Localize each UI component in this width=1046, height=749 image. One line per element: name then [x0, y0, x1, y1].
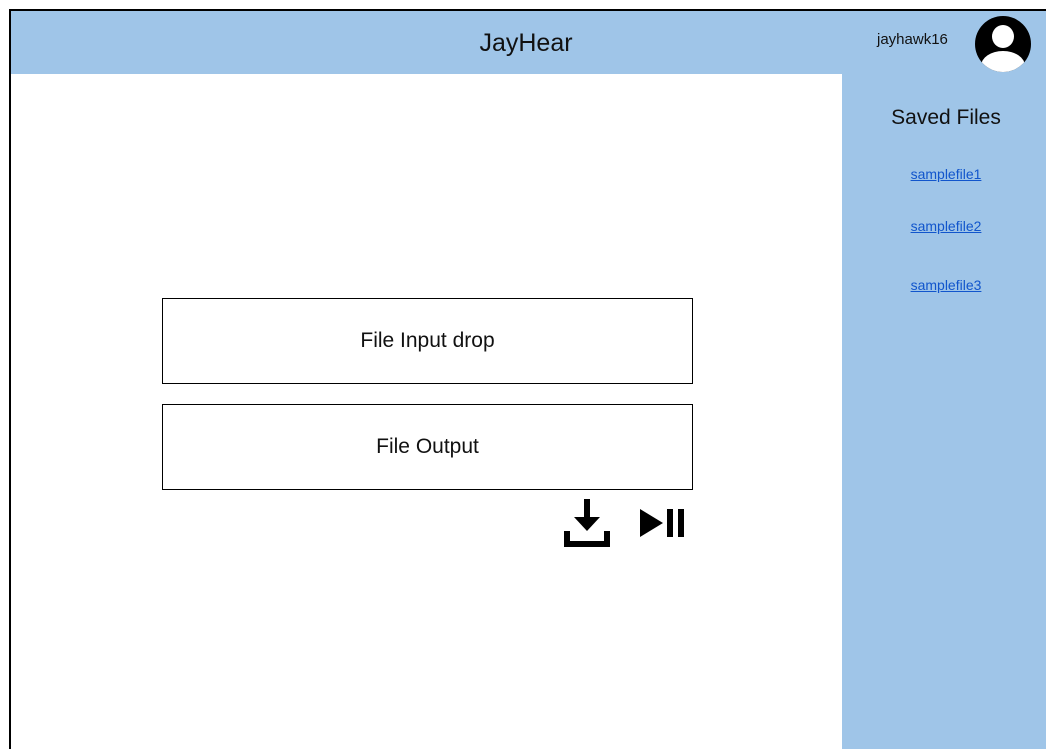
saved-files-sidebar: Saved Files samplefile1 samplefile2 samp…: [842, 74, 1046, 749]
file-input-drop-zone[interactable]: File Input drop: [162, 298, 693, 384]
user-avatar-icon[interactable]: [975, 16, 1031, 72]
saved-files-title: Saved Files: [891, 106, 1001, 129]
saved-file-link[interactable]: samplefile3: [842, 277, 1046, 293]
file-output-box: File Output: [162, 404, 693, 490]
header-bar: JayHear jayhawk16: [11, 11, 1046, 74]
play-pause-icon-graphic: [640, 509, 684, 537]
username-label[interactable]: jayhawk16: [877, 31, 948, 48]
saved-file-link[interactable]: samplefile2: [842, 218, 1046, 234]
avatar-head: [992, 25, 1014, 48]
file-input-drop-label: File Input drop: [360, 329, 495, 352]
file-output-label: File Output: [376, 435, 479, 458]
download-icon[interactable]: [561, 497, 613, 549]
download-icon-graphic: [564, 499, 610, 547]
avatar-shoulders: [981, 51, 1025, 72]
frame-border-left: [9, 9, 11, 749]
saved-file-link[interactable]: samplefile1: [842, 166, 1046, 182]
play-pause-icon[interactable]: [640, 508, 690, 540]
